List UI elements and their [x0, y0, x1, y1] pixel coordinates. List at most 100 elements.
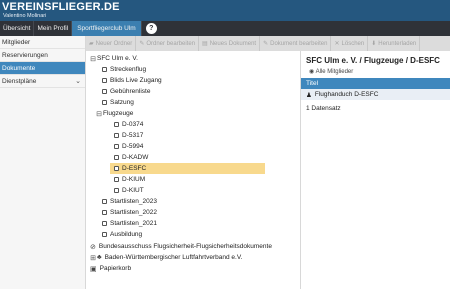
tree-node-folder[interactable]: D-KIUM [114, 174, 145, 185]
tree-node-label: Gebührenliste [110, 88, 151, 95]
tree-node-folder[interactable]: Startlisten_2022 [102, 207, 157, 218]
button-label: Ordner bearbeiten [146, 40, 196, 47]
sidebar: Mitglieder Reservierungen Dokumente Dien… [0, 36, 86, 289]
tree-node-folder[interactable]: D-KADW [114, 152, 148, 163]
tree-node-label: Ausbildung [110, 231, 143, 238]
tree-node-label: Flugzeuge [103, 110, 134, 117]
folder-icon: ▰ [89, 41, 94, 47]
tree-node-folder[interactable]: Startlisten_2023 [102, 196, 157, 207]
tree-node-folder[interactable]: Blids Live Zugang [102, 75, 162, 86]
button-label: Dokument bearbeiten [270, 40, 328, 47]
pencil-icon: ✎ [263, 41, 269, 47]
nav-club[interactable]: Sportfliegerclub Ulm [72, 21, 142, 36]
tree-node-root[interactable]: ⊞ ♣ Baden-Württembergischer Luftfahrtver… [90, 252, 242, 263]
tree-node-folder[interactable]: D-0374 [114, 119, 143, 130]
tree-node-label: D-ESFC [122, 165, 147, 172]
folder-icon [114, 177, 119, 182]
tree-node-label: Blids Live Zugang [110, 77, 162, 84]
expand-icon[interactable]: ⊞ [90, 254, 96, 262]
folder-icon [102, 78, 107, 83]
tree-node-label: D-5317 [122, 132, 144, 139]
tree-node-label: D-KIUT [122, 187, 144, 194]
collapse-icon[interactable]: ⊟ [96, 110, 102, 118]
sidebar-item-duty-rosters[interactable]: Dienstpläne ⌄ [0, 75, 85, 88]
chevron-down-icon: ⌄ [75, 78, 81, 85]
edit-folder-button[interactable]: ✎ Ordner bearbeiten [136, 36, 200, 51]
tree-node-folder[interactable]: Startlisten_2021 [102, 218, 157, 229]
tree-node-label: Bundesausschuss Flugsicherheit-Flugsiche… [98, 243, 272, 250]
delete-button[interactable]: ✕ Löschen [331, 36, 369, 51]
tree-node-root[interactable]: ⊟ SFC Ulm e. V. [90, 53, 138, 64]
sidebar-item-members[interactable]: Mitglieder [0, 36, 85, 49]
tree-node-folder[interactable]: D-KIUT [114, 185, 144, 196]
tree-node-label: Satzung [110, 99, 134, 106]
person-icon: ♟ [306, 91, 312, 99]
tree-node-folder[interactable]: Streckenflug [102, 64, 146, 75]
sidebar-item-label: Reservierungen [2, 51, 48, 59]
sidebar-item-reservations[interactable]: Reservierungen [0, 49, 85, 62]
sidebar-item-label: Dienstpläne [2, 77, 37, 85]
folder-icon [102, 100, 107, 105]
folder-icon [102, 210, 107, 215]
tree-node-label: D-5994 [122, 143, 144, 150]
tree-node-folder[interactable]: Ausbildung [102, 229, 142, 240]
folder-icon [114, 122, 119, 127]
tree-node-label: D-KIUM [122, 176, 146, 183]
panel-title: SFC Ulm e. V. / Flugzeuge / D-ESFC [306, 56, 440, 65]
folder-tree: ⊟ SFC Ulm e. V. Streckenflug Blids Live … [86, 51, 298, 289]
tree-node-root[interactable]: ⊘ Bundesausschuss Flugsicherheit-Flugsic… [90, 241, 272, 252]
tree-node-label: Startlisten_2023 [110, 198, 157, 205]
table-row[interactable]: ♟ Flughanduch D-ESFC [301, 89, 450, 100]
sidebar-item-documents[interactable]: Dokumente [0, 62, 85, 75]
tree-node-label: Baden-Württembergischer Luftfahrtverband… [104, 254, 243, 261]
button-label: Neues Dokument [209, 40, 257, 47]
tree-node-label: Streckenflug [110, 66, 147, 73]
folder-icon [102, 199, 107, 204]
link-label: Alle Mitglieder [315, 69, 354, 75]
tree-node-label: Papierkorb [99, 265, 132, 272]
button-label: Herunterladen [378, 40, 417, 47]
folder-icon [114, 144, 119, 149]
check-circle-icon: ⊘ [90, 243, 96, 251]
record-count: 1 Datensatz [306, 105, 341, 112]
help-icon[interactable]: ? [145, 23, 157, 34]
tree-node-folder[interactable]: D-5994 [114, 141, 143, 152]
tree-node-label: D-KADW [122, 154, 149, 161]
tree-node-folder[interactable]: Satzung [102, 97, 134, 108]
tree-node-folder[interactable]: Gebührenliste [102, 86, 150, 97]
folder-icon [102, 221, 107, 226]
button-label: Löschen [341, 40, 365, 47]
user-name: Valentino Molinari [3, 13, 47, 19]
all-members-link[interactable]: ◉ Alle Mitglieder [309, 68, 353, 75]
nav-profile[interactable]: Mein Profil [34, 21, 73, 36]
tree-node-label: Startlisten_2022 [110, 209, 157, 216]
tree-node-selected[interactable]: D-ESFC [110, 163, 265, 174]
pencil-icon: ✎ [139, 41, 145, 47]
folder-icon [114, 188, 119, 193]
collapse-icon[interactable]: ⊟ [90, 55, 96, 63]
new-folder-button[interactable]: ▰ Neuer Ordner [86, 36, 137, 51]
download-icon: ⬇ [371, 41, 377, 47]
app-header: VEREINSFLIEGER.DE Valentino Molinari [0, 0, 450, 21]
column-header-title[interactable]: Titel [301, 78, 450, 89]
nav-overview[interactable]: Übersicht [0, 21, 35, 36]
edit-document-button[interactable]: ✎ Dokument bearbeiten [260, 36, 332, 51]
brand-logo[interactable]: VEREINSFLIEGER.DE [2, 1, 120, 13]
tree-node-label: D-0374 [122, 121, 144, 128]
organization-icon: ♣ [97, 254, 102, 261]
button-label: Neuer Ordner [95, 40, 133, 47]
folder-icon [102, 89, 107, 94]
document-icon: ▤ [202, 41, 208, 47]
eye-icon: ◉ [309, 69, 316, 75]
tree-node-trash[interactable]: ▣ Papierkorb [90, 263, 131, 274]
folder-icon [102, 232, 107, 237]
document-toolbar: ▰ Neuer Ordner ✎ Ordner bearbeiten ▤ Neu… [86, 36, 450, 51]
download-button[interactable]: ⬇ Herunterladen [368, 36, 421, 51]
tree-node-folder[interactable]: D-5317 [114, 130, 143, 141]
new-document-button[interactable]: ▤ Neues Dokument [199, 36, 261, 51]
top-nav: Übersicht Mein Profil Sportfliegerclub U… [0, 21, 450, 36]
tree-node-folder[interactable]: ⊟ Flugzeuge [96, 108, 133, 119]
document-panel: SFC Ulm e. V. / Flugzeuge / D-ESFC ◉ All… [300, 51, 450, 289]
tree-node-label: Startlisten_2021 [110, 220, 157, 227]
trash-icon: ▣ [90, 265, 97, 273]
